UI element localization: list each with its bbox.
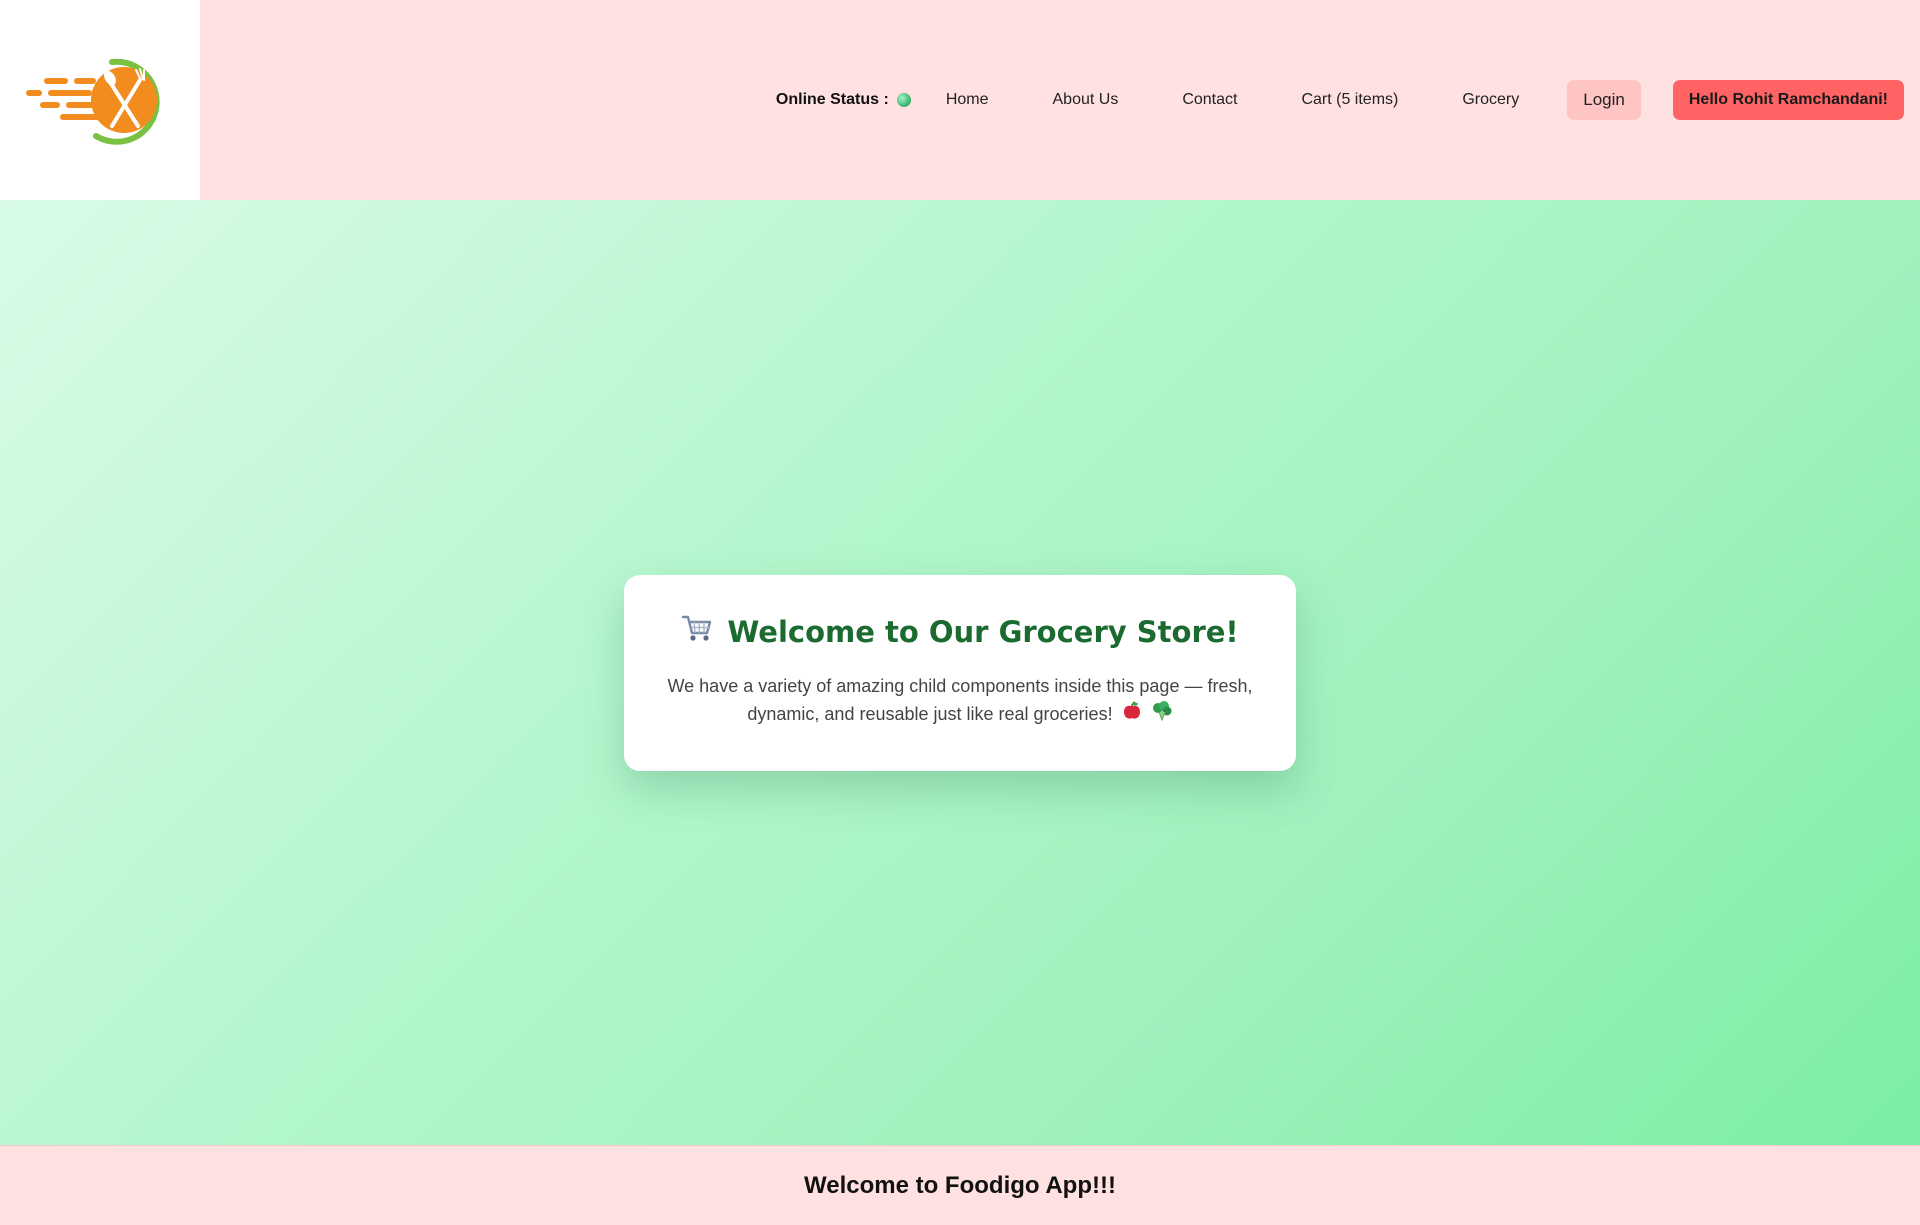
welcome-card: Welcome to Our Grocery Store! We have a … (624, 575, 1296, 771)
header: Online Status : Home About Us Contact Ca… (0, 0, 1920, 200)
user-greeting-button[interactable]: Hello Rohit Ramchandani! (1672, 80, 1904, 120)
nav-grocery[interactable]: Grocery (1462, 91, 1519, 109)
broccoli-icon (1151, 701, 1173, 729)
login-button[interactable]: Login (1567, 80, 1641, 120)
shopping-cart-icon (681, 613, 713, 650)
footer: Welcome to Foodigo App!!! (0, 1145, 1920, 1225)
online-status: Online Status : (776, 91, 911, 109)
footer-text: Welcome to Foodigo App!!! (804, 1172, 1116, 1199)
card-title-text: Welcome to Our Grocery Store! (727, 614, 1239, 649)
page: Online Status : Home About Us Contact Ca… (0, 0, 1920, 1225)
nav-contact[interactable]: Contact (1182, 91, 1237, 109)
apple-icon (1122, 701, 1142, 729)
status-dot-icon (896, 93, 911, 107)
card-description: We have a variety of amazing child compo… (660, 672, 1260, 729)
card-title: Welcome to Our Grocery Store! (624, 613, 1296, 650)
online-status-label: Online Status : (775, 91, 889, 108)
logo-icon (26, 58, 160, 145)
nav-cart[interactable]: Cart (5 items) (1301, 91, 1398, 109)
logo-container[interactable] (0, 0, 200, 200)
main-content: Welcome to Our Grocery Store! We have a … (0, 200, 1920, 1145)
main-nav: Online Status : Home About Us Contact Ca… (776, 80, 1904, 120)
nav-home[interactable]: Home (946, 91, 989, 109)
nav-about[interactable]: About Us (1053, 91, 1119, 109)
